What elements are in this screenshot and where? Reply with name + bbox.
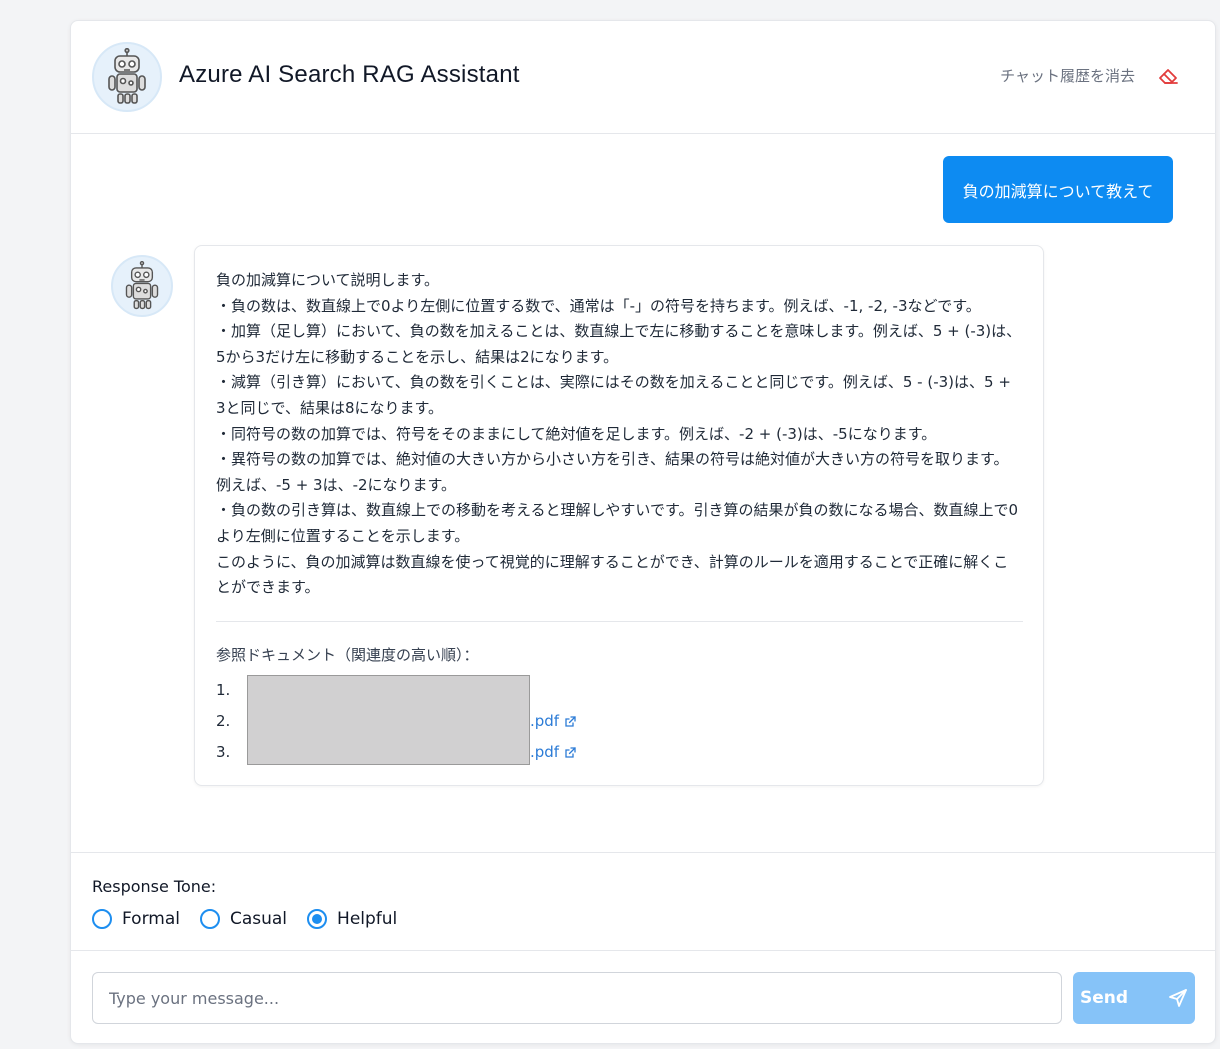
answer-line: ・負の数は、数直線上で0より左側に位置する数で、通常は「-」の符号を持ちます。例…: [216, 296, 981, 315]
input-section: Send: [71, 950, 1215, 1043]
answer-line: ・減算（引き算）において、負の数を引くことは、実際にはその数を加えることと同じで…: [216, 373, 1011, 417]
references-title: 参照ドキュメント（関連度の高い順）：: [216, 645, 479, 664]
tone-option-helpful[interactable]: Helpful: [307, 909, 397, 929]
robot-icon: [125, 261, 159, 310]
references-list: 1. 2. .pdf 3. .pdf: [216, 674, 1022, 768]
reference-number: 1.: [216, 681, 231, 700]
robot-icon: [108, 48, 146, 104]
send-button[interactable]: Send: [1073, 972, 1195, 1024]
send-label: Send: [1079, 988, 1129, 1008]
answer-line: このように、負の加減算は数直線を使って視覚的に理解することができ、計算のルールを…: [216, 552, 1009, 597]
chat-card: Azure AI Search RAG Assistant チャット履歴を消去 …: [70, 20, 1216, 1044]
reference-number: 2.: [216, 712, 231, 731]
tone-label: Response Tone:: [92, 877, 217, 896]
eraser-icon: [1159, 68, 1178, 84]
reference-link[interactable]: .pdf: [530, 743, 577, 761]
tone-section: Response Tone: Formal Casual Helpful: [71, 852, 1215, 950]
external-link-icon: [565, 716, 576, 727]
tone-option-label: Casual: [229, 909, 288, 929]
robot-avatar: [92, 42, 162, 112]
user-message-bubble: 負の加減算について教えて: [943, 156, 1173, 223]
tone-option-label: Formal: [122, 909, 180, 929]
send-icon: [1169, 989, 1187, 1007]
clear-history-label: チャット履歴を消去: [1000, 67, 1135, 85]
chat-area: 負の加減算について教えて 負の加減算について説明します。 ・負の数は、数直線上で…: [71, 134, 1215, 852]
answer-line: ・異符号の数の加算では、絶対値の大きい方から小さい方を引き、結果の符号は絶対値が…: [216, 450, 1009, 494]
radio-casual[interactable]: [199, 909, 220, 929]
tone-options: Formal Casual Helpful: [92, 909, 397, 929]
assistant-message-bubble: 負の加減算について説明します。 ・負の数は、数直線上で0より左側に位置する数で、…: [194, 245, 1044, 786]
user-message-text: 負の加減算について教えて: [962, 181, 1154, 201]
app-title: Azure AI Search RAG Assistant: [179, 61, 520, 88]
answer-line: 負の加減算について説明します。: [216, 271, 440, 289]
reference-number: 3.: [216, 743, 231, 762]
radio-helpful[interactable]: [307, 909, 328, 929]
assistant-answer: 負の加減算について説明します。 ・負の数は、数直線上で0より左側に位置する数で、…: [216, 268, 1022, 601]
clear-history-button[interactable]: チャット履歴を消去: [1000, 65, 1179, 86]
header: Azure AI Search RAG Assistant チャット履歴を消去: [71, 21, 1215, 134]
tone-option-formal[interactable]: Formal: [92, 909, 180, 929]
message-input[interactable]: [92, 972, 1062, 1024]
reference-link-text: .pdf: [530, 712, 560, 731]
redacted-box: [247, 674, 530, 765]
divider: [216, 620, 1023, 622]
assistant-avatar: [111, 255, 173, 317]
external-link-icon: [565, 747, 576, 758]
answer-line: ・負の数の引き算は、数直線上での移動を考えると理解しやすいです。引き算の結果が負…: [216, 501, 1018, 545]
reference-link-text: .pdf: [530, 743, 560, 762]
radio-formal[interactable]: [92, 909, 112, 929]
answer-line: ・加算（足し算）において、負の数を加えることは、数直線上で左に移動することを意味…: [216, 322, 1022, 366]
answer-line: ・同符号の数の加算では、符号をそのままにして絶対値を足します。例えば、-2 + …: [216, 424, 937, 443]
tone-option-label: Helpful: [337, 909, 398, 929]
tone-option-casual[interactable]: Casual: [199, 909, 288, 929]
reference-link[interactable]: .pdf: [530, 712, 577, 730]
